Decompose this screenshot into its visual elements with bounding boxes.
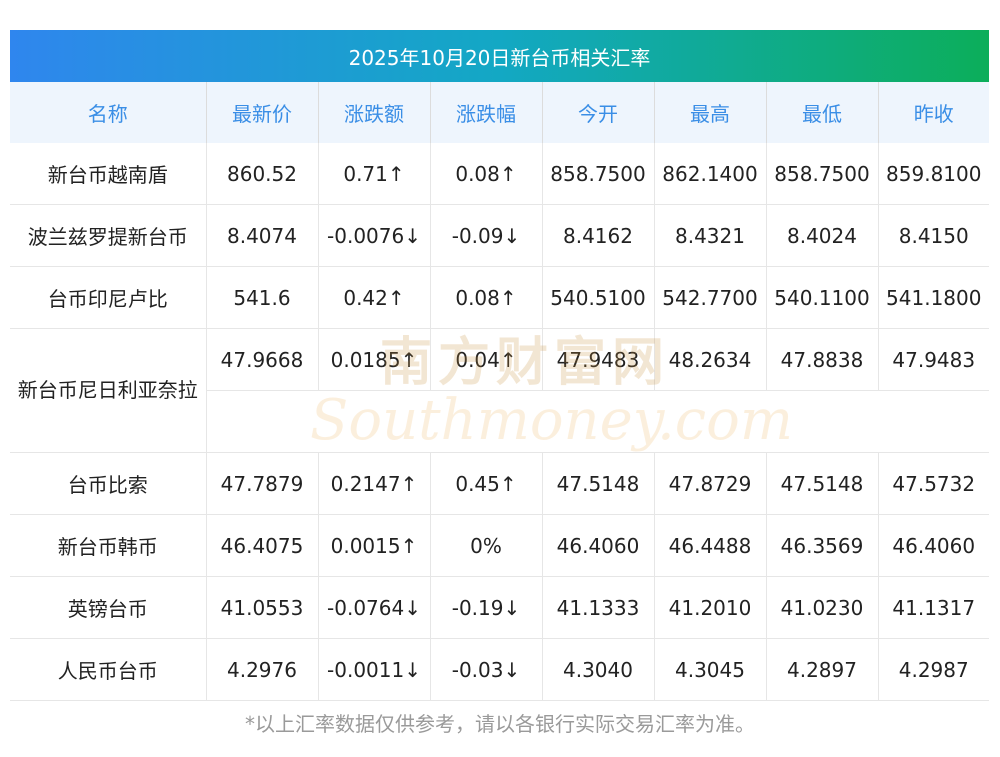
latest-price: 8.4074	[206, 204, 319, 267]
column-header-open: 今开	[542, 82, 655, 143]
currency-pair-name: 人民币台币	[10, 638, 207, 701]
column-header-low: 最低	[766, 82, 879, 143]
prev-close-price: 859.8100	[878, 143, 989, 205]
currency-pair-name: 新台币韩币	[10, 514, 207, 577]
column-header-change: 涨跌额	[318, 82, 431, 143]
table-row: 台币印尼卢比 541.6 0.42↑ 0.08↑ 540.5100 542.77…	[10, 266, 989, 329]
currency-pair-name: 波兰兹罗提新台币	[10, 204, 207, 267]
open-price: 4.3040	[542, 638, 655, 701]
prev-close-price: 541.1800	[878, 266, 989, 329]
change-percent: 0%	[430, 514, 543, 577]
low-price: 8.4024	[766, 204, 879, 267]
table-row: 人民币台币 4.2976 -0.0011↓ -0.03↓ 4.3040 4.30…	[10, 638, 989, 701]
exchange-rate-table: 名称 最新价 涨跌额 涨跌幅 今开 最高 最低 昨收 新台币越南盾 860.52…	[10, 82, 989, 701]
change-amount: -0.0764↓	[318, 576, 431, 639]
table-row: 台币比索 47.7879 0.2147↑ 0.45↑ 47.5148 47.87…	[10, 452, 989, 515]
change-percent: 0.04↑	[430, 328, 543, 391]
wrapped-row-spacer	[206, 390, 989, 453]
low-price: 41.0230	[766, 576, 879, 639]
change-amount: 0.0015↑	[318, 514, 431, 577]
open-price: 540.5100	[542, 266, 655, 329]
prev-close-price: 47.9483	[878, 328, 989, 391]
high-price: 8.4321	[654, 204, 767, 267]
low-price: 4.2897	[766, 638, 879, 701]
change-percent: 0.45↑	[430, 452, 543, 515]
table-row: 新台币尼日利亚奈拉 47.9668 0.0185↑ 0.04↑ 47.9483 …	[10, 328, 989, 453]
low-price: 540.1100	[766, 266, 879, 329]
latest-price: 860.52	[206, 143, 319, 205]
change-amount: 0.42↑	[318, 266, 431, 329]
low-price: 47.8838	[766, 328, 879, 391]
latest-price: 41.0553	[206, 576, 319, 639]
change-amount: 0.0185↑	[318, 328, 431, 391]
change-percent: 0.08↑	[430, 266, 543, 329]
change-percent: -0.03↓	[430, 638, 543, 701]
open-price: 47.9483	[542, 328, 655, 391]
column-header-name: 名称	[10, 82, 207, 143]
low-price: 47.5148	[766, 452, 879, 515]
open-price: 8.4162	[542, 204, 655, 267]
high-price: 4.3045	[654, 638, 767, 701]
currency-pair-name: 台币比索	[10, 452, 207, 515]
open-price: 41.1333	[542, 576, 655, 639]
high-price: 862.1400	[654, 143, 767, 205]
change-percent: -0.09↓	[430, 204, 543, 267]
latest-price: 47.7879	[206, 452, 319, 515]
low-price: 46.3569	[766, 514, 879, 577]
disclaimer-footnote: *以上汇率数据仅供参考，请以各银行实际交易汇率为准。	[245, 712, 755, 736]
change-percent: 0.08↑	[430, 143, 543, 205]
table-row: 新台币韩币 46.4075 0.0015↑ 0% 46.4060 46.4488…	[10, 514, 989, 577]
column-header-high: 最高	[654, 82, 767, 143]
high-price: 48.2634	[654, 328, 767, 391]
low-price: 858.7500	[766, 143, 879, 205]
high-price: 47.8729	[654, 452, 767, 515]
currency-pair-name: 英镑台币	[10, 576, 207, 639]
table-row: 英镑台币 41.0553 -0.0764↓ -0.19↓ 41.1333 41.…	[10, 576, 989, 639]
latest-price: 4.2976	[206, 638, 319, 701]
currency-pair-name: 新台币尼日利亚奈拉	[10, 328, 207, 453]
latest-price: 46.4075	[206, 514, 319, 577]
prev-close-price: 41.1317	[878, 576, 989, 639]
latest-price: 47.9668	[206, 328, 319, 391]
high-price: 542.7700	[654, 266, 767, 329]
prev-close-price: 47.5732	[878, 452, 989, 515]
open-price: 858.7500	[542, 143, 655, 205]
table-row: 新台币越南盾 860.52 0.71↑ 0.08↑ 858.7500 862.1…	[10, 143, 989, 205]
currency-pair-name: 台币印尼卢比	[10, 266, 207, 329]
prev-close-price: 46.4060	[878, 514, 989, 577]
open-price: 47.5148	[542, 452, 655, 515]
change-percent: -0.19↓	[430, 576, 543, 639]
prev-close-price: 8.4150	[878, 204, 989, 267]
column-header-latest: 最新价	[206, 82, 319, 143]
open-price: 46.4060	[542, 514, 655, 577]
page-title: 2025年10月20日新台币相关汇率	[10, 30, 989, 82]
change-amount: 0.2147↑	[318, 452, 431, 515]
table-header-row: 名称 最新价 涨跌额 涨跌幅 今开 最高 最低 昨收	[10, 82, 989, 143]
column-header-change-pct: 涨跌幅	[430, 82, 543, 143]
column-header-prev-close: 昨收	[878, 82, 989, 143]
change-amount: 0.71↑	[318, 143, 431, 205]
latest-price: 541.6	[206, 266, 319, 329]
high-price: 41.2010	[654, 576, 767, 639]
change-amount: -0.0011↓	[318, 638, 431, 701]
currency-pair-name: 新台币越南盾	[10, 143, 207, 205]
prev-close-price: 4.2987	[878, 638, 989, 701]
change-amount: -0.0076↓	[318, 204, 431, 267]
table-row: 波兰兹罗提新台币 8.4074 -0.0076↓ -0.09↓ 8.4162 8…	[10, 204, 989, 267]
high-price: 46.4488	[654, 514, 767, 577]
